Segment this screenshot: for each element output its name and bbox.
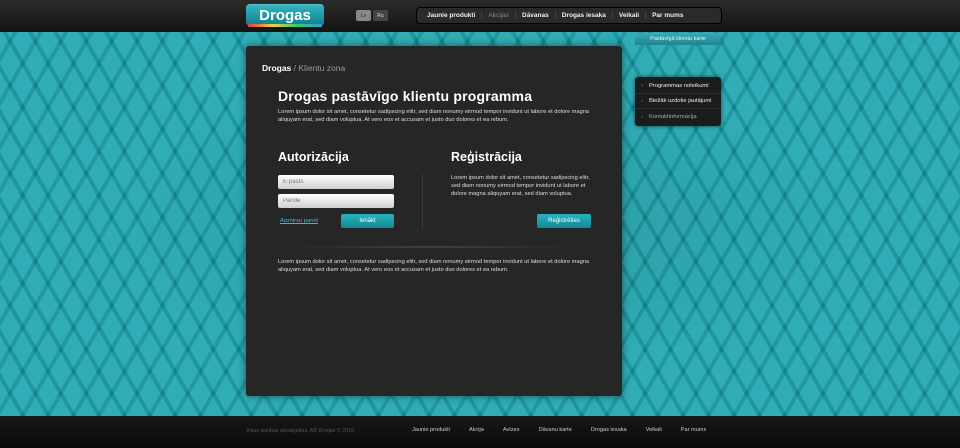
auth-title: Autorizācija [278, 150, 349, 164]
page-title: Drogas pastāvīgo klientu programma [278, 88, 533, 104]
register-title: Reģistrācija [451, 150, 522, 164]
nav-item-sales[interactable]: Akcijas [481, 12, 515, 19]
footer-link-newspapers[interactable]: Avīzes [503, 427, 520, 433]
register-button[interactable]: Reģistrēties [537, 214, 591, 228]
main-nav: Jaunie produkti Akcijas Dāvanas Drogas i… [416, 7, 722, 24]
email-field[interactable] [278, 175, 394, 189]
sidebar-item-faq[interactable]: Biežāk uzdotie jautājumi [635, 94, 721, 109]
language-lv-button[interactable]: Lv [356, 10, 371, 21]
breadcrumb-current: Klientu zona [298, 63, 346, 73]
nav-item-new-products[interactable]: Jaunie produkti [416, 12, 481, 19]
footer-link-sale[interactable]: Akcija [469, 427, 484, 433]
language-ru-button[interactable]: Ru [373, 10, 388, 21]
drogas-logo[interactable]: Drogas [246, 4, 324, 26]
column-divider [422, 174, 423, 230]
breadcrumb: Drogas / Klientu zona [262, 63, 345, 73]
footer-link-gift-card[interactable]: Dāvanu karte [539, 427, 572, 433]
footer-link-about[interactable]: Par mums [681, 427, 707, 433]
nav-item-stores[interactable]: Veikali [611, 12, 645, 19]
top-bar: Drogas Lv Ru Jaunie produkti Akcijas Dāv… [0, 0, 960, 32]
copyright-text: Visas tiesības aizsargātas. AB Drogas © … [246, 428, 355, 434]
footer: Visas tiesības aizsargātas. AB Drogas © … [0, 416, 960, 448]
sidebar-item-contacts[interactable]: Kontaktinformācija [635, 109, 721, 124]
footer-links: Jaunie produkti Akcija Avīzes Dāvanu kar… [412, 427, 725, 433]
password-field[interactable] [278, 194, 394, 208]
footer-link-recommends[interactable]: Drogas iesaka [591, 427, 627, 433]
breadcrumb-root[interactable]: Drogas [262, 63, 291, 73]
loyalty-card-tab[interactable]: Pastāvīgā klienta karte [635, 33, 721, 45]
sidebar-menu: Programmas noteikumi Biežāk uzdotie jaut… [635, 77, 721, 126]
outro-text: Lorem ipsum dolor sit amet, consetetur s… [278, 259, 590, 273]
section-divider [282, 246, 582, 248]
nav-item-gifts[interactable]: Dāvanas [515, 12, 555, 19]
footer-link-new-products[interactable]: Jaunie produkti [412, 427, 450, 433]
intro-text: Lorem ipsum dolor sit amet, consetetur s… [278, 109, 590, 123]
nav-item-recommends[interactable]: Drogas iesaka [554, 12, 612, 19]
footer-link-stores[interactable]: Veikali [646, 427, 662, 433]
login-button[interactable]: Ienākt [341, 214, 394, 228]
nav-item-about[interactable]: Par mums [645, 12, 689, 19]
forgot-password-link[interactable]: Aizmirsu paroli [280, 218, 318, 224]
register-text: Lorem ipsum dolor sit amet, consetetur s… [451, 175, 590, 197]
sidebar-item-rules[interactable]: Programmas noteikumi [635, 79, 721, 94]
logo-color-strip [248, 24, 322, 27]
content-panel: Drogas / Klientu zona Drogas pastāvīgo k… [246, 46, 622, 396]
